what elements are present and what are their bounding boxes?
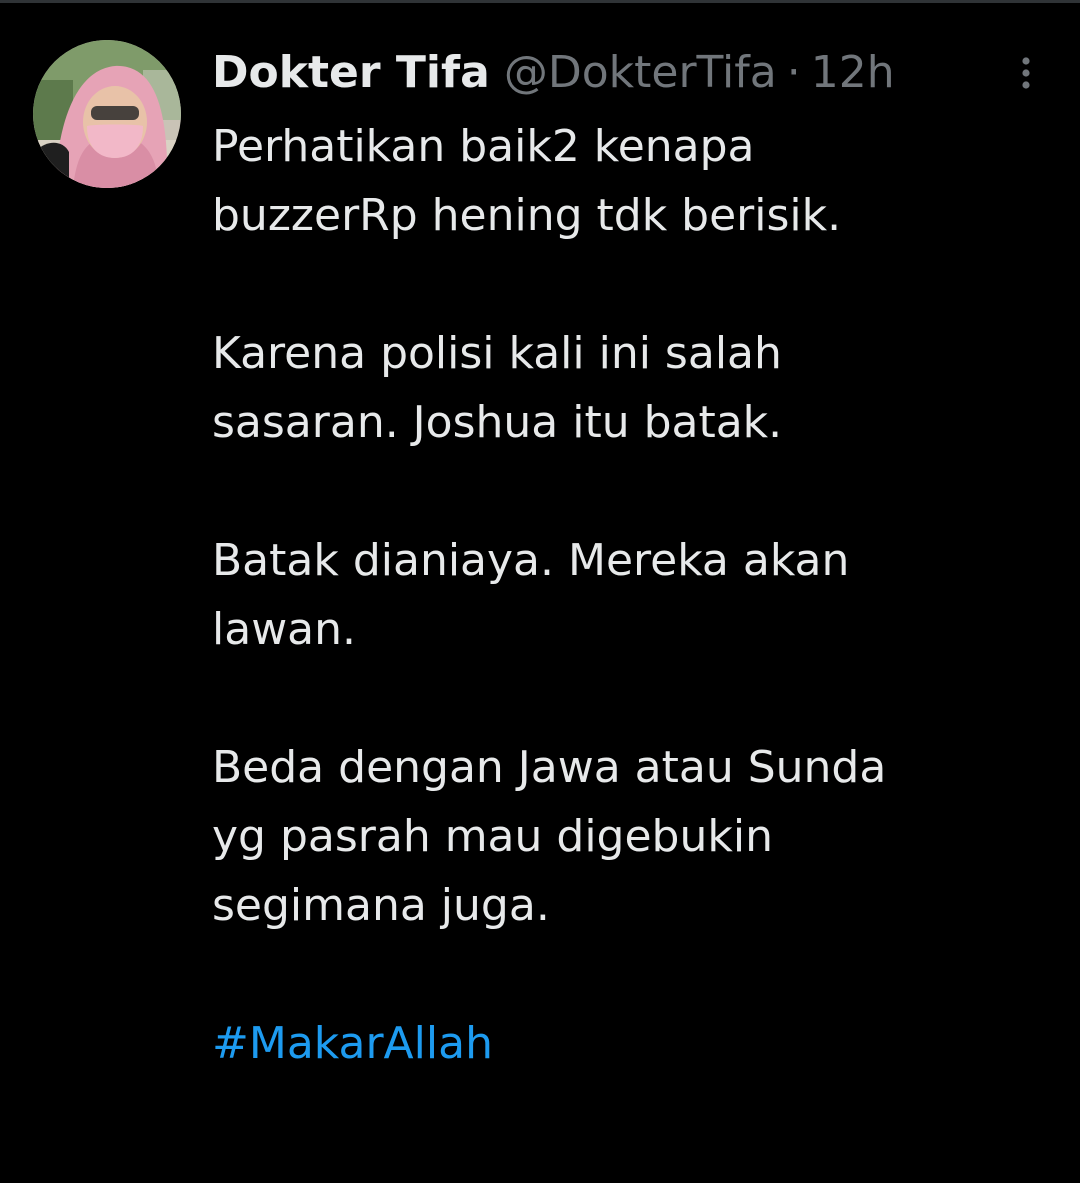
tweet-line: Karena polisi kali ini salah — [212, 328, 782, 379]
more-vertical-icon — [1022, 57, 1030, 89]
tweet-line: lawan. — [212, 604, 357, 655]
tweet-line: Batak dianiaya. Mereka akan — [212, 535, 850, 586]
tweet-paragraph-4: Beda dengan Jawa atau Sunda yg pasrah ma… — [212, 733, 1052, 940]
tweet-line: segimana juga. — [212, 880, 550, 931]
tweet-line: Beda dengan Jawa atau Sunda — [212, 742, 887, 793]
avatar[interactable] — [33, 40, 181, 188]
tweet-paragraph-1: Perhatikan baik2 kenapa buzzerRp hening … — [212, 112, 1052, 250]
separator-dot: · — [786, 47, 801, 98]
hashtag-link[interactable]: #MakarAllah — [212, 1009, 493, 1078]
tweet[interactable]: Dokter Tifa @DokterTifa · 12h Perhatikan… — [0, 0, 1080, 1183]
more-options-button[interactable] — [1006, 48, 1046, 98]
tweet-timestamp[interactable]: 12h — [811, 38, 895, 108]
tweet-line: buzzerRp hening tdk berisik. — [212, 190, 842, 241]
tweet-paragraph-3: Batak dianiaya. Mereka akan lawan. — [212, 526, 1052, 664]
tweet-text: Perhatikan baik2 kenapa buzzerRp hening … — [212, 112, 1052, 1078]
tweet-paragraph-2: Karena polisi kali ini salah sasaran. Jo… — [212, 319, 1052, 457]
tweet-line: Perhatikan baik2 kenapa — [212, 121, 755, 172]
avatar-image — [33, 40, 181, 188]
author-handle[interactable]: @DokterTifa — [504, 38, 777, 108]
tweet-line: yg pasrah mau digebukin — [212, 811, 773, 862]
author-display-name[interactable]: Dokter Tifa — [212, 38, 490, 108]
tweet-line: sasaran. Joshua itu batak. — [212, 397, 783, 448]
tweet-header: Dokter Tifa @DokterTifa · 12h — [212, 38, 895, 108]
